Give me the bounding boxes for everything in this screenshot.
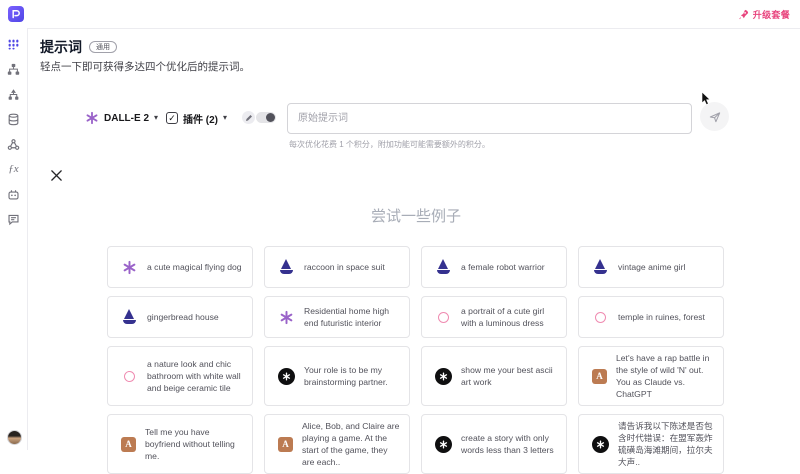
openai-swirl-icon: [85, 111, 99, 125]
model-icon: [592, 436, 609, 453]
pencil-icon: [242, 111, 255, 124]
model-icon: [435, 436, 452, 453]
example-text: Your role is to be my brainstorming part…: [304, 364, 401, 388]
example-text: Residential home high end futuristic int…: [304, 305, 401, 329]
send-button[interactable]: [700, 102, 729, 131]
left-sidebar: ƒx: [0, 28, 28, 450]
example-card[interactable]: A Alice, Bob, and Claire are playing a ga…: [264, 414, 410, 474]
paper-plane-icon: [708, 110, 722, 124]
model-icon: [124, 371, 135, 382]
examples-grid: a cute magical flying dog raccoon in spa…: [107, 246, 725, 474]
app-logo-icon[interactable]: [8, 6, 24, 22]
example-card[interactable]: A Let's have a rap battle in the style of…: [578, 346, 724, 406]
model-icon: [121, 309, 138, 326]
model-icon: [438, 312, 449, 323]
upgrade-plan-label: 升级套餐: [753, 8, 790, 21]
page-title: 提示词 通用: [40, 37, 117, 57]
example-text: vintage anime girl: [618, 261, 685, 273]
example-text: gingerbread house: [147, 311, 219, 323]
example-text: 请告诉我以下陈述是否包含时代错误：在盟军轰炸硫磺岛海滩期间，拉尔夫大声..: [618, 420, 715, 468]
example-card[interactable]: a cute magical flying dog: [107, 246, 253, 288]
example-card[interactable]: create a story with only words less than…: [421, 414, 567, 474]
sidebar-item-data database-icon[interactable]: [7, 112, 21, 126]
example-card[interactable]: a female robot warrior: [421, 246, 567, 288]
page-subtitle: 轻点一下即可获得多达四个优化后的提示词。: [40, 59, 250, 74]
sidebar-item-webhooks nodes-icon[interactable]: [7, 137, 21, 151]
credit-hint: 每次优化花费 1 个积分，附加功能可能需要额外的积分。: [289, 139, 490, 150]
user-avatar[interactable]: [7, 430, 22, 445]
prompt-input[interactable]: [287, 103, 692, 134]
model-selector-label: DALL-E 2: [104, 113, 149, 124]
upgrade-plan-button[interactable]: 升级套餐: [738, 0, 790, 28]
sidebar-item-functions function-icon[interactable]: ƒx: [7, 162, 21, 176]
example-card[interactable]: raccoon in space suit: [264, 246, 410, 288]
sidebar-item-feedback chat-icon[interactable]: [7, 212, 21, 226]
example-text: show me your best ascii art work: [461, 364, 558, 388]
example-text: Alice, Bob, and Claire are playing a gam…: [302, 420, 401, 468]
toggle-knob: [266, 113, 275, 122]
example-card[interactable]: 请告诉我以下陈述是否包含时代错误：在盟军轰炸硫磺岛海滩期间，拉尔夫大声..: [578, 414, 724, 474]
example-text: a cute magical flying dog: [147, 261, 242, 273]
toggle-track[interactable]: [256, 112, 276, 123]
example-card[interactable]: Residential home high end futuristic int…: [264, 296, 410, 338]
model-icon: A: [121, 437, 136, 452]
example-text: create a story with only words less than…: [461, 432, 558, 456]
example-card[interactable]: A Tell me you have boyfriend without tell…: [107, 414, 253, 474]
example-card[interactable]: temple in ruines, forest: [578, 296, 724, 338]
page-title-text: 提示词: [40, 37, 82, 57]
example-text: Tell me you have boyfriend without telli…: [145, 426, 244, 462]
model-icon: [435, 259, 452, 276]
top-header: 升级套餐: [0, 0, 800, 29]
example-text: temple in ruines, forest: [618, 311, 705, 323]
rocket-icon: [738, 9, 749, 20]
title-badge: 通用: [89, 41, 117, 53]
example-text: raccoon in space suit: [304, 261, 385, 273]
example-text: a portrait of a cute girl with a luminou…: [461, 305, 558, 329]
example-card[interactable]: a portrait of a cute girl with a luminou…: [421, 296, 567, 338]
model-icon: [595, 312, 606, 323]
model-icon: [278, 259, 295, 276]
example-card[interactable]: Your role is to be my brainstorming part…: [264, 346, 410, 406]
example-text: a nature look and chic bathroom with whi…: [147, 358, 244, 394]
sidebar-item-arcade robot-icon[interactable]: [7, 187, 21, 201]
draft-mode-toggle[interactable]: [242, 111, 276, 124]
plugins-checkbox[interactable]: ✓: [166, 112, 178, 124]
model-selector[interactable]: DALL-E 2 ▾: [85, 108, 158, 128]
example-text: a female robot warrior: [461, 261, 545, 273]
example-text: Let's have a rap battle in the style of …: [616, 352, 715, 400]
plugins-label: 插件 (2): [183, 111, 218, 126]
examples-heading: 尝试一些例子: [107, 205, 725, 226]
example-card[interactable]: vintage anime girl: [578, 246, 724, 288]
chevron-down-icon: ▾: [223, 114, 227, 122]
model-icon: [592, 259, 609, 276]
sidebar-item-agents tree-icon[interactable]: [7, 87, 21, 101]
example-card[interactable]: show me your best ascii art work: [421, 346, 567, 406]
close-examples-button close-icon[interactable]: [50, 169, 65, 184]
model-icon: A: [278, 437, 293, 452]
sidebar-item-chains sitemap-icon[interactable]: [7, 62, 21, 76]
chevron-down-icon: ▾: [154, 114, 158, 122]
plugins-selector[interactable]: ✓ 插件 (2) ▾: [166, 108, 227, 128]
model-icon: A: [592, 369, 607, 384]
model-icon: [278, 368, 295, 385]
model-icon: [121, 259, 138, 276]
sidebar-item-prompts grid-dots-icon[interactable]: [7, 37, 21, 51]
example-card[interactable]: gingerbread house: [107, 296, 253, 338]
model-icon: [435, 368, 452, 385]
example-card[interactable]: a nature look and chic bathroom with whi…: [107, 346, 253, 406]
model-icon: [278, 309, 295, 326]
